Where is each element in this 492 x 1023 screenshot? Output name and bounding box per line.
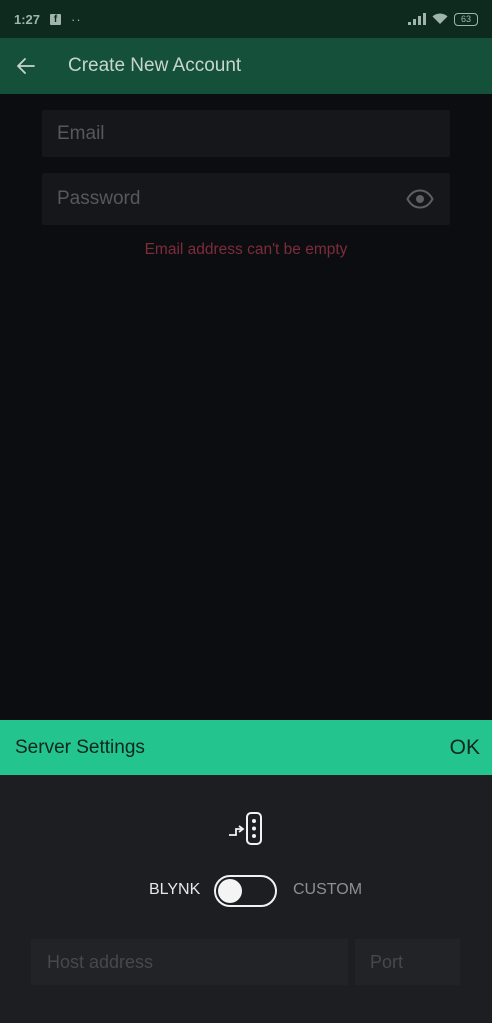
email-field-container: [42, 110, 450, 157]
port-container: [355, 939, 460, 985]
status-time: 1:27: [14, 11, 41, 27]
password-field[interactable]: [57, 188, 450, 210]
server-toggle-row: BLYNK CUSTOM: [0, 875, 492, 907]
arrow-left-icon: [17, 58, 35, 74]
page-title: Create New Account: [68, 55, 242, 76]
server-type-toggle[interactable]: [214, 875, 277, 907]
eye-icon: [406, 189, 434, 209]
facebook-icon: f: [50, 13, 62, 25]
ok-button[interactable]: OK: [450, 736, 480, 760]
back-button[interactable]: [0, 38, 54, 94]
app-bar: Create New Account: [0, 38, 492, 94]
email-field[interactable]: [57, 122, 450, 145]
port-input[interactable]: [370, 951, 460, 973]
show-password-button[interactable]: [406, 187, 434, 211]
battery-icon: 63: [454, 12, 478, 26]
password-field-container: [42, 173, 450, 225]
host-address-input[interactable]: [47, 951, 348, 973]
wifi-icon: [432, 13, 448, 24]
toggle-label-blynk[interactable]: BLYNK: [149, 881, 200, 899]
toggle-knob[interactable]: [218, 879, 242, 903]
toggle-label-custom[interactable]: CUSTOM: [293, 881, 362, 899]
status-bar: 1:27 f ·· 63: [0, 0, 492, 38]
server-settings-title: Server Settings: [15, 736, 145, 758]
signal-icon: [408, 13, 426, 25]
screen: 1:27 f ·· 63 Create New Account Email Em…: [0, 0, 492, 1023]
server-settings-panel: BLYNK CUSTOM: [0, 775, 492, 1023]
server-icon: [229, 812, 262, 845]
error-message: Email address can't be empty: [144, 241, 348, 258]
status-indicators: 63: [408, 12, 478, 26]
dots-icon: ··: [71, 11, 82, 27]
server-settings-header: Server Settings OK: [0, 720, 492, 775]
host-address-container: [31, 939, 348, 985]
